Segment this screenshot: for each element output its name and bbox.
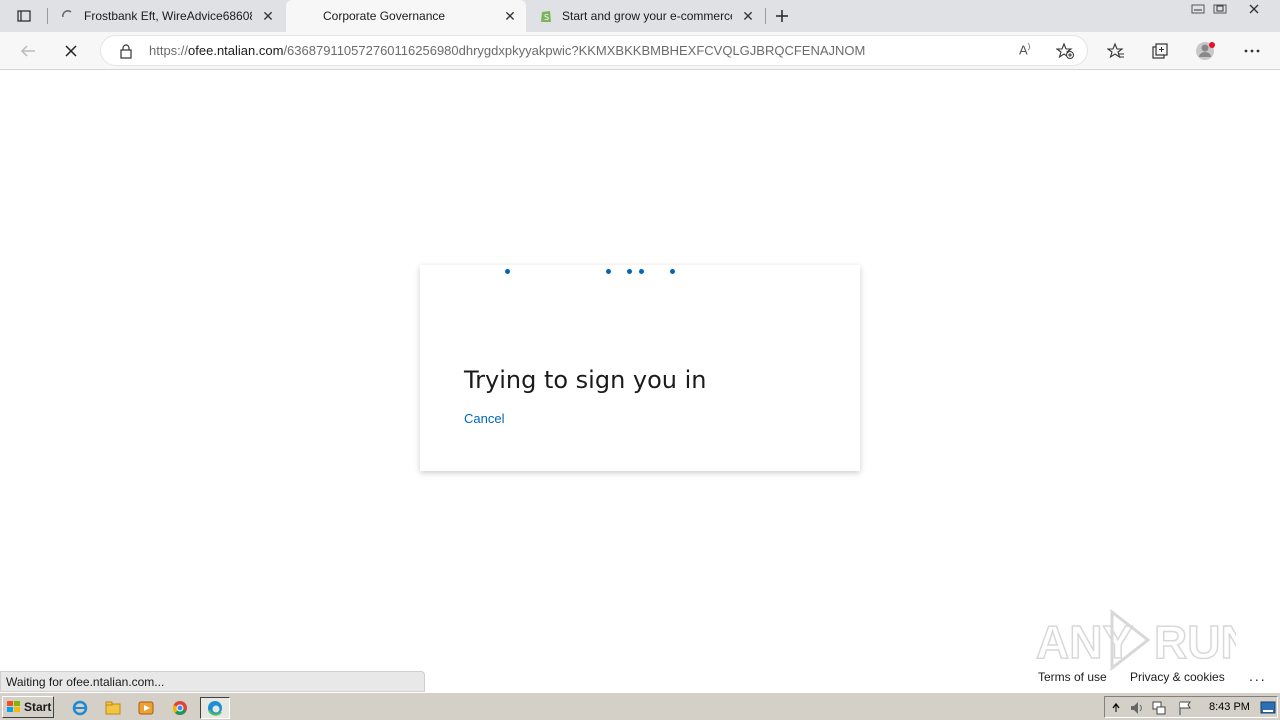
internet-explorer-button[interactable] <box>68 697 92 719</box>
tab-frostbank[interactable]: Frostbank Eft, WireAdvice686086 ✕ <box>48 0 284 32</box>
tab-strip: Frostbank Eft, WireAdvice686086 ✕ Corpor… <box>0 0 1280 32</box>
more-icon <box>1244 49 1260 53</box>
address-bar[interactable]: https://ofee.ntalian.com/636879110572760… <box>100 35 1088 66</box>
collections-button[interactable] <box>1146 37 1174 65</box>
browser-toolbar: https://ofee.ntalian.com/636879110572760… <box>0 32 1280 70</box>
url-host: ofee.ntalian.com <box>188 43 284 58</box>
profile-button[interactable] <box>1192 37 1220 65</box>
url-path: /636879110572760116256980dhrygdxpkyyakpw… <box>283 43 866 58</box>
read-aloud-icon[interactable]: A) <box>1019 42 1030 57</box>
status-bar: Waiting for ofee.ntalian.com... <box>0 671 425 692</box>
tab-shopify[interactable]: S Start and grow your e-commerce ✕ <box>526 0 764 32</box>
action-center-flag-icon[interactable] <box>1177 700 1193 716</box>
arrow-left-icon <box>20 45 35 57</box>
plus-icon <box>776 10 788 22</box>
edge-button[interactable] <box>200 697 230 719</box>
chrome-icon <box>172 701 187 715</box>
close-window-icon[interactable] <box>1246 3 1262 15</box>
media-player-icon <box>138 701 154 715</box>
stop-loading-button[interactable] <box>57 37 85 65</box>
cancel-link[interactable]: Cancel <box>464 411 504 426</box>
loading-dot <box>639 269 644 274</box>
start-button[interactable]: Start <box>2 696 54 718</box>
svg-text:S: S <box>544 13 549 22</box>
add-favorite-icon[interactable] <box>1056 42 1074 60</box>
signin-card: Trying to sign you in Cancel <box>420 265 860 471</box>
edge-icon <box>208 701 222 716</box>
signin-title: Trying to sign you in <box>464 366 707 394</box>
loading-spinner-icon <box>62 10 72 18</box>
tab-close-button[interactable]: ✕ <box>260 8 276 24</box>
media-player-button[interactable] <box>134 697 158 719</box>
favorites-button[interactable] <box>1102 37 1130 65</box>
tab-title: Corporate Governance <box>323 9 446 23</box>
avatar-icon <box>1196 42 1215 60</box>
restore-icon[interactable] <box>1212 3 1228 15</box>
new-tab-button[interactable] <box>768 2 796 30</box>
internet-explorer-icon <box>72 700 88 716</box>
minimize-icon[interactable] <box>1190 3 1206 15</box>
collections-icon <box>1152 43 1168 59</box>
footer-more-button[interactable]: ... <box>1249 668 1267 684</box>
tab-actions-icon <box>17 10 31 22</box>
window-controls <box>1186 1 1276 17</box>
taskbar-clock[interactable]: 8:43 PM <box>1209 701 1250 713</box>
tab-title: Frostbank Eft, WireAdvice686086 <box>84 9 252 23</box>
tab-actions-button[interactable] <box>10 2 38 30</box>
back-button[interactable] <box>14 37 42 65</box>
tab-corporate-governance[interactable]: Corporate Governance ✕ <box>286 0 526 32</box>
lock-icon <box>120 44 132 59</box>
settings-more-button[interactable] <box>1238 37 1266 65</box>
file-explorer-button[interactable] <box>101 697 125 719</box>
volume-icon[interactable] <box>1129 700 1145 716</box>
loading-dot <box>670 269 675 274</box>
windows-taskbar: Start 8:43 PM <box>0 692 1280 720</box>
url-scheme: https:// <box>149 43 189 58</box>
tab-close-button[interactable]: ✕ <box>740 8 756 24</box>
svg-text:RUN: RUN <box>1154 616 1236 668</box>
system-tray: 8:43 PM <box>1104 696 1278 718</box>
folder-icon <box>105 701 121 715</box>
loading-dot <box>505 269 510 274</box>
anyrun-watermark-logo: ANY RUN <box>1036 608 1236 672</box>
terms-of-use-link[interactable]: Terms of use <box>1038 670 1107 684</box>
loading-dot <box>627 269 632 274</box>
show-desktop-icon[interactable] <box>1260 701 1276 715</box>
loading-dot <box>606 269 611 274</box>
url-text[interactable]: https://ofee.ntalian.com/636879110572760… <box>149 43 865 58</box>
tab-title: Start and grow your e-commerce <box>562 9 732 23</box>
tab-close-button[interactable]: ✕ <box>502 8 518 24</box>
svg-text:ANY: ANY <box>1036 616 1133 668</box>
close-icon <box>65 45 77 57</box>
network-icon[interactable] <box>1151 700 1167 716</box>
favorites-icon <box>1107 42 1124 59</box>
start-label: Start <box>24 700 52 714</box>
chrome-button[interactable] <box>168 697 192 719</box>
shopify-icon: S <box>541 11 551 22</box>
show-hidden-icons-icon[interactable] <box>1111 701 1121 713</box>
tab-separator <box>765 8 766 24</box>
windows-logo-icon <box>7 701 20 712</box>
privacy-cookies-link[interactable]: Privacy & cookies <box>1130 670 1225 684</box>
